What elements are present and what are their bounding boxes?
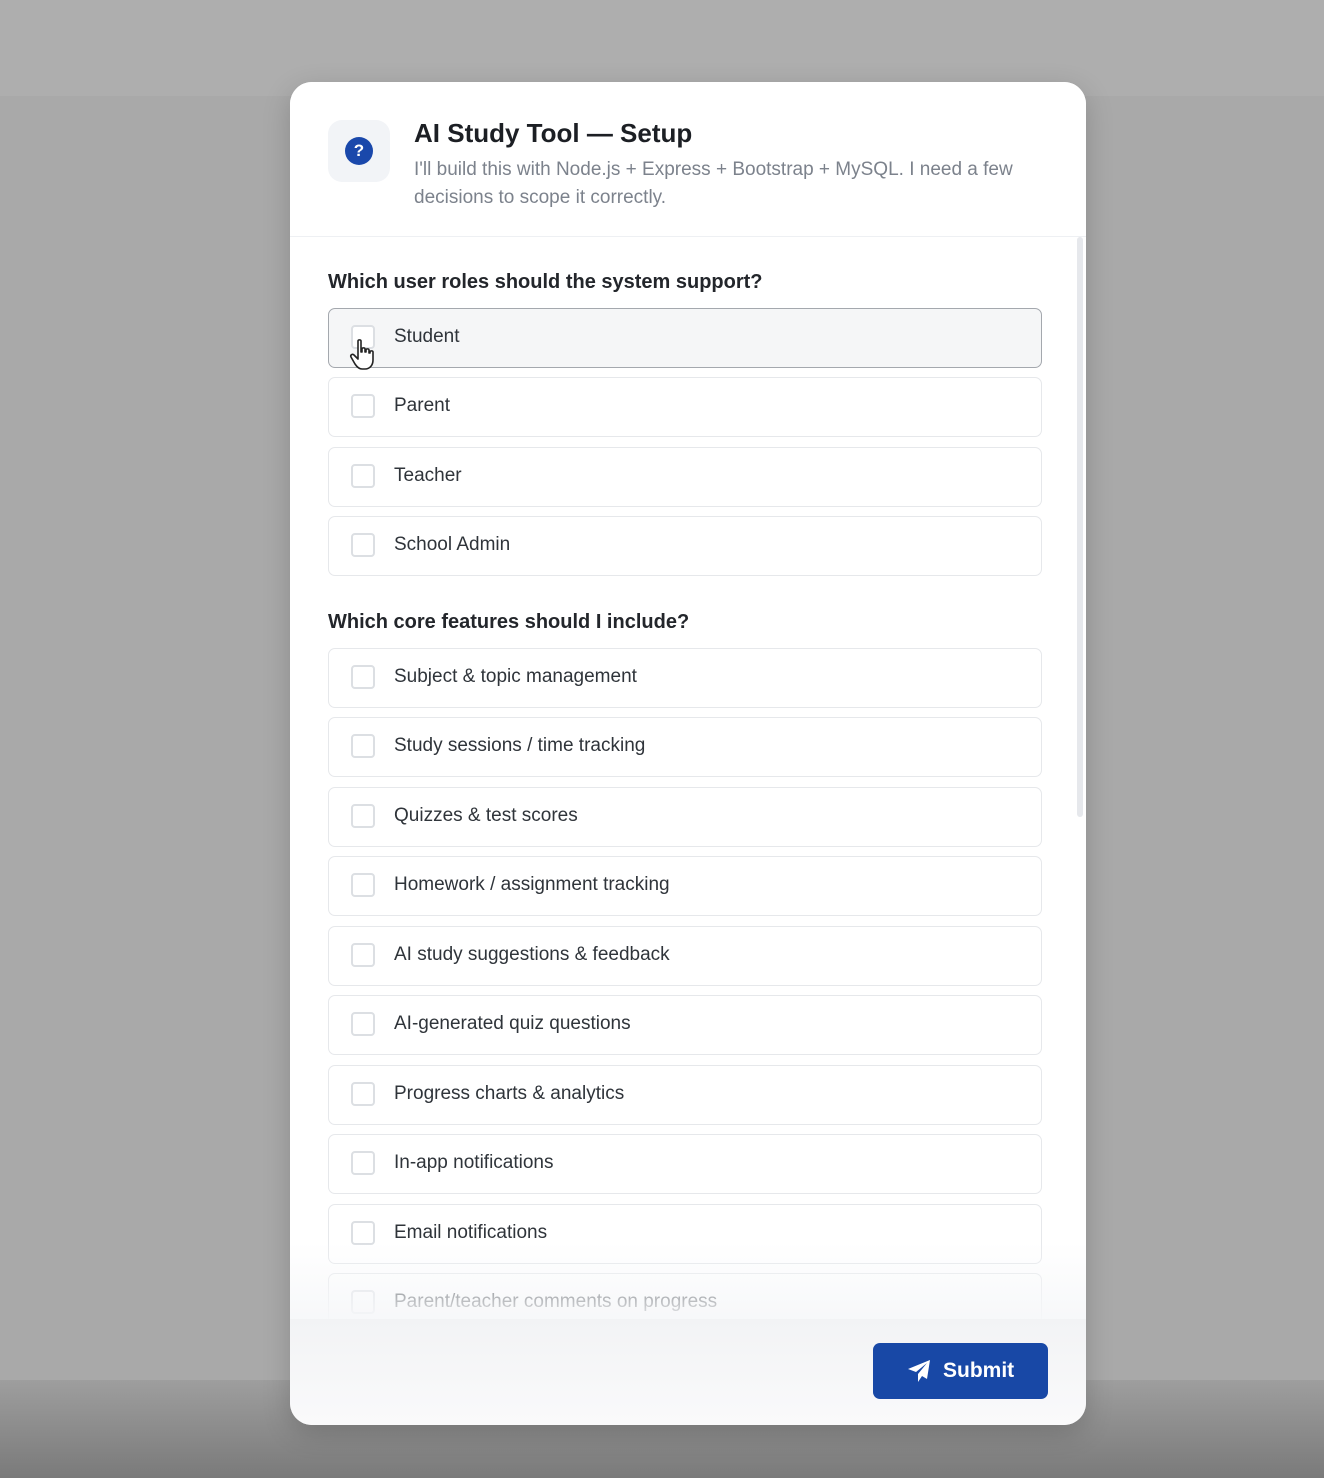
checkbox[interactable] [351, 1012, 375, 1036]
checkbox[interactable] [351, 804, 375, 828]
option-label: Parent [394, 395, 450, 416]
option-label: Subject & topic management [394, 666, 637, 687]
checkbox[interactable] [351, 943, 375, 967]
option-label: Homework / assignment tracking [394, 874, 670, 895]
submit-button[interactable]: Submit [873, 1343, 1048, 1399]
dialog-body[interactable]: Which user roles should the system suppo… [290, 237, 1086, 1319]
option-school-admin[interactable]: School Admin [328, 516, 1042, 576]
option-label: Student [394, 326, 460, 347]
option-subject-topic[interactable]: Subject & topic management [328, 648, 1042, 708]
option-ai-quiz[interactable]: AI-generated quiz questions [328, 995, 1042, 1055]
option-study-sessions[interactable]: Study sessions / time tracking [328, 717, 1042, 777]
checkbox[interactable] [351, 1290, 375, 1314]
dialog-subtitle: I'll build this with Node.js + Express +… [414, 159, 1013, 208]
option-label: Progress charts & analytics [394, 1083, 625, 1104]
option-label: Study sessions / time tracking [394, 735, 646, 756]
option-label: Parent/teacher comments on progress [394, 1291, 718, 1312]
option-homework[interactable]: Homework / assignment tracking [328, 856, 1042, 916]
help-badge: ? [328, 120, 390, 182]
option-label: In-app notifications [394, 1152, 554, 1173]
option-parent[interactable]: Parent [328, 377, 1042, 437]
checkbox[interactable] [351, 1151, 375, 1175]
option-quizzes[interactable]: Quizzes & test scores [328, 787, 1042, 847]
send-icon [908, 1360, 930, 1382]
scrollbar[interactable] [1076, 237, 1084, 1319]
option-in-app-notifications[interactable]: In-app notifications [328, 1134, 1042, 1194]
option-teacher[interactable]: Teacher [328, 447, 1042, 507]
checkbox[interactable] [351, 464, 375, 488]
question-user-roles: Which user roles should the system suppo… [328, 271, 763, 293]
dialog-title: AI Study Tool — Setup [414, 118, 693, 148]
checkbox[interactable] [351, 1082, 375, 1106]
checkbox[interactable] [351, 665, 375, 689]
option-label: Email notifications [394, 1222, 548, 1243]
dialog-header: ? AI Study Tool — Setup I'll build this … [290, 82, 1086, 237]
option-progress-charts[interactable]: Progress charts & analytics [328, 1065, 1042, 1125]
scrollbar-thumb[interactable] [1077, 237, 1083, 817]
checkbox[interactable] [351, 394, 375, 418]
question-core-features: Which core features should I include? [328, 611, 690, 633]
option-label: School Admin [394, 534, 511, 555]
option-ai-suggestions[interactable]: AI study suggestions & feedback [328, 926, 1042, 986]
option-label: AI-generated quiz questions [394, 1013, 631, 1034]
checkbox[interactable] [351, 1221, 375, 1245]
dialog-footer: Submit [290, 1319, 1086, 1425]
option-label: AI study suggestions & feedback [394, 944, 670, 965]
hand-pointer-cursor-icon [349, 339, 374, 370]
option-label: Teacher [394, 465, 462, 486]
option-parent-teacher-comments[interactable]: Parent/teacher comments on progress [328, 1273, 1042, 1319]
checkbox[interactable] [351, 734, 375, 758]
option-email-notifications[interactable]: Email notifications [328, 1204, 1042, 1264]
option-label: Quizzes & test scores [394, 805, 578, 826]
checkbox[interactable] [351, 533, 375, 557]
option-student[interactable]: Student [328, 308, 1042, 368]
submit-label: Submit [943, 1359, 1015, 1382]
question-circle-icon: ? [345, 137, 373, 165]
checkbox[interactable] [351, 873, 375, 897]
setup-dialog: ? AI Study Tool — Setup I'll build this … [290, 82, 1086, 1425]
